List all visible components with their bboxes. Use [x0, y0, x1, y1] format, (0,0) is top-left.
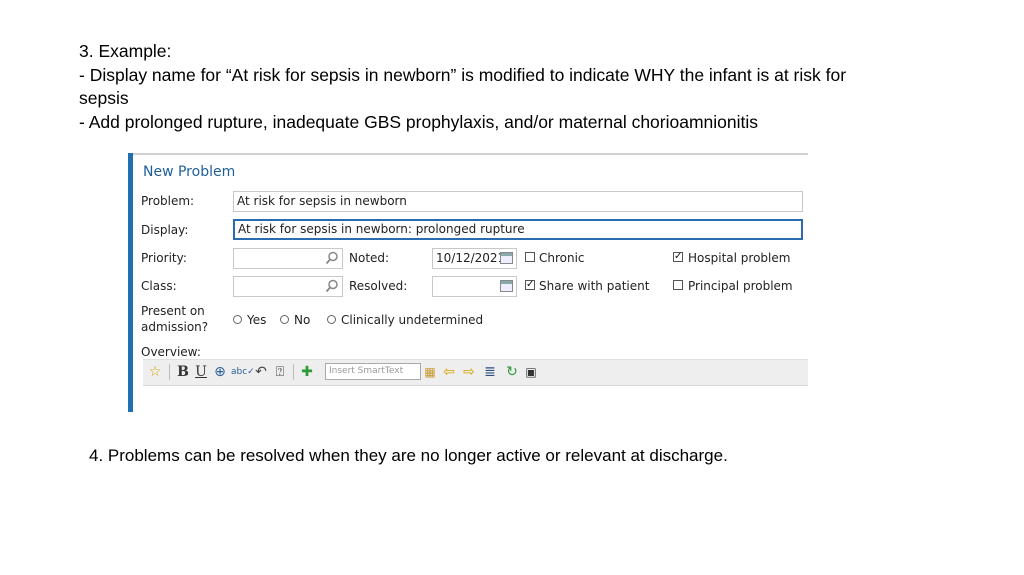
refresh-icon[interactable]: ↻	[503, 363, 521, 382]
no-label: No	[294, 313, 311, 327]
display-input[interactable]: At risk for sepsis in newborn: prolonged…	[233, 219, 803, 240]
present-on-label: Present on	[141, 304, 205, 318]
help-icon[interactable]: ⍰	[271, 363, 289, 382]
slide-text: 3. Example: - Display name for “At risk …	[79, 40, 979, 134]
noted-date-input[interactable]: 10/12/2021	[432, 248, 517, 269]
slide-line-4: - Add prolonged rupture, inadequate GBS …	[79, 111, 759, 132]
resolved-label: Resolved:	[349, 279, 408, 293]
undo-icon[interactable]: ↶	[253, 363, 269, 382]
principal-problem-label: Principal problem	[688, 279, 793, 293]
problem-label: Problem:	[141, 194, 195, 208]
arrow-left-icon[interactable]: ⇦	[441, 363, 457, 382]
yes-label: Yes	[247, 313, 267, 327]
principal-problem-checkbox[interactable]	[673, 280, 683, 290]
hospital-problem-checkbox[interactable]: ✓	[673, 252, 683, 262]
list-icon[interactable]: ≣	[481, 363, 499, 382]
resolved-date-input[interactable]	[432, 276, 517, 297]
no-radio[interactable]	[280, 315, 289, 324]
clinically-undetermined-label: Clinically undetermined	[341, 313, 484, 327]
calendar-icon[interactable]	[500, 252, 513, 264]
slide-line-2: - Display name for “At risk for sepsis i…	[79, 64, 847, 85]
share-with-patient-label: Share with patient	[539, 279, 650, 293]
overview-editor[interactable]	[143, 386, 808, 412]
hospital-problem-label: Hospital problem	[688, 251, 791, 265]
search-icon[interactable]	[325, 279, 339, 293]
problem-input[interactable]: At risk for sepsis in newborn	[233, 191, 803, 212]
noted-date-value: 10/12/2021	[436, 251, 506, 265]
slide-line-1: 3. Example:	[79, 41, 172, 61]
smarttext-input[interactable]: Insert SmartText	[325, 363, 421, 380]
bold-icon[interactable]: B	[175, 363, 191, 382]
class-label: Class:	[141, 279, 177, 293]
overview-label: Overview:	[141, 345, 201, 359]
underline-icon[interactable]: U	[193, 363, 209, 382]
star-icon[interactable]: ☆	[145, 363, 165, 382]
arrow-right-icon[interactable]: ⇨	[461, 363, 477, 382]
chronic-checkbox[interactable]	[525, 252, 535, 262]
share-with-patient-checkbox[interactable]: ✓	[525, 280, 535, 290]
smarttext-icon[interactable]: ▦	[423, 363, 437, 382]
search-icon[interactable]	[325, 251, 339, 265]
priority-label: Priority:	[141, 251, 187, 265]
admission-label: admission?	[141, 320, 209, 334]
new-problem-form: New Problem Problem: At risk for sepsis …	[128, 153, 808, 412]
form-title: New Problem	[143, 164, 236, 180]
noted-label: Noted:	[349, 251, 390, 265]
class-input[interactable]	[233, 276, 343, 297]
form-top-border	[133, 153, 808, 155]
toolbar-separator	[293, 364, 294, 380]
overview-toolbar: ☆ B U ⊕ abc✓ ↶ ⍰ ✚ Insert SmartText ▦ ⇦ …	[143, 359, 808, 386]
display-label: Display:	[141, 223, 189, 237]
image-icon[interactable]: ▣	[523, 363, 539, 382]
add-icon[interactable]: ✚	[298, 363, 316, 382]
footer-text: 4. Problems can be resolved when they ar…	[89, 446, 728, 465]
yes-radio[interactable]	[233, 315, 242, 324]
spellcheck-icon[interactable]: abc✓	[231, 363, 255, 382]
slide-line-3: sepsis	[79, 88, 129, 108]
clinically-undetermined-radio[interactable]	[327, 315, 336, 324]
toolbar-separator	[169, 364, 170, 380]
zoom-icon[interactable]: ⊕	[211, 363, 229, 382]
calendar-icon[interactable]	[500, 280, 513, 292]
priority-input[interactable]	[233, 248, 343, 269]
chronic-label: Chronic	[539, 251, 585, 265]
